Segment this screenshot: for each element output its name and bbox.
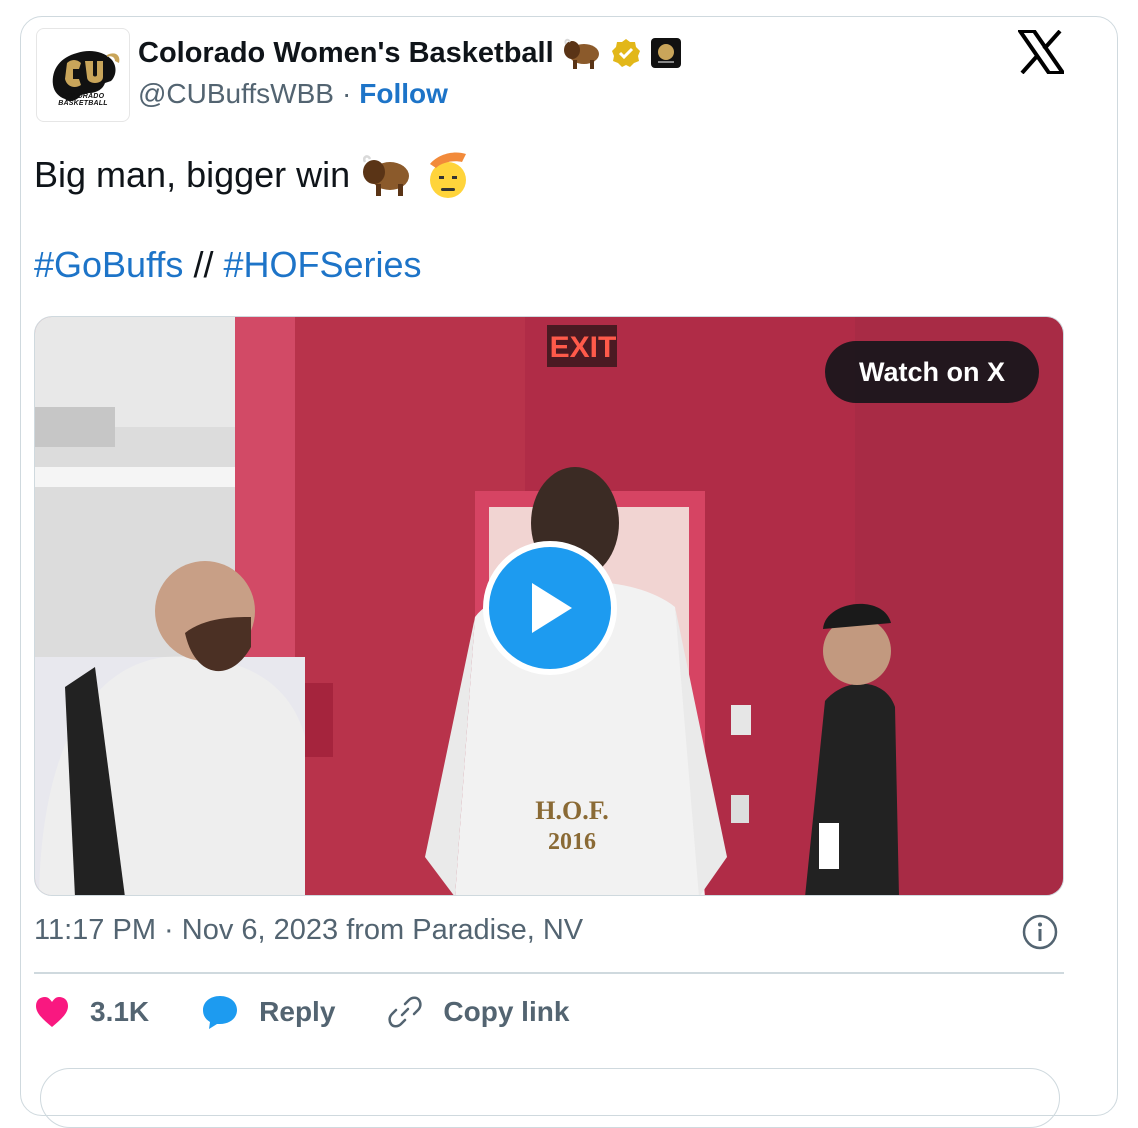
handle-separator: · [341,78,352,109]
hashtags-line: #GoBuffs // #HOFSeries [34,244,422,286]
author-handle[interactable]: @CUBuffsWBB [138,78,334,110]
saluting-face-emoji-icon [430,152,467,198]
buffalo-emoji-icon [363,155,410,196]
reply-label: Reply [259,996,336,1027]
verified-badge-icon [611,39,640,67]
hoodie-text-line1: H.O.F. [535,796,608,825]
hashtag-gobuffs[interactable]: #GoBuffs [34,244,183,285]
copy-link-button[interactable]: Copy link [387,994,569,1030]
x-logo-icon[interactable] [1018,30,1064,74]
watch-on-x-button[interactable]: Watch on X [825,341,1039,403]
cu-buffalo-logo-icon [52,51,120,102]
reply-icon [203,996,238,1029]
exit-sign-text: EXIT [550,331,617,364]
hashtag-hofseries[interactable]: #HOFSeries [223,244,421,285]
author-name-row: Colorado Women's Basketball [138,36,682,70]
heart-icon [36,997,68,1027]
avatar-caption: COLORADO BASKETBALL [58,93,108,107]
hashtag-separator: // [193,244,214,285]
link-icon [388,996,423,1028]
play-button[interactable] [483,541,617,675]
info-icon[interactable] [1022,914,1058,950]
video-player[interactable]: EXIT H.O.F. 2016 Watch on X [34,316,1064,896]
divider [34,972,1064,974]
cu-affiliate-badge-icon [650,38,681,68]
reply-button[interactable]: Reply [201,994,335,1030]
author-display-name[interactable]: Colorado Women's Basketball [138,37,554,70]
read-replies-button[interactable] [40,1068,1060,1128]
like-button[interactable]: 3.1K [34,996,149,1028]
like-count: 3.1K [90,996,150,1027]
action-bar: 3.1K Reply Copy link [34,994,621,1030]
avatar[interactable]: COLORADO BASKETBALL [36,28,130,122]
tweet-text: Big man, bigger win [34,150,474,200]
hoodie-text-line2: 2016 [548,829,596,855]
play-icon [532,583,572,633]
tweet-body: Big man, bigger win [34,154,351,195]
buffalo-emoji-icon [563,38,599,69]
copy-link-label: Copy link [443,996,570,1027]
follow-button[interactable]: Follow [359,78,448,110]
handle-row: @CUBuffsWBB · Follow [138,78,448,110]
tweet-timestamp[interactable]: 11:17 PM · Nov 6, 2023 from Paradise, NV [34,914,583,947]
